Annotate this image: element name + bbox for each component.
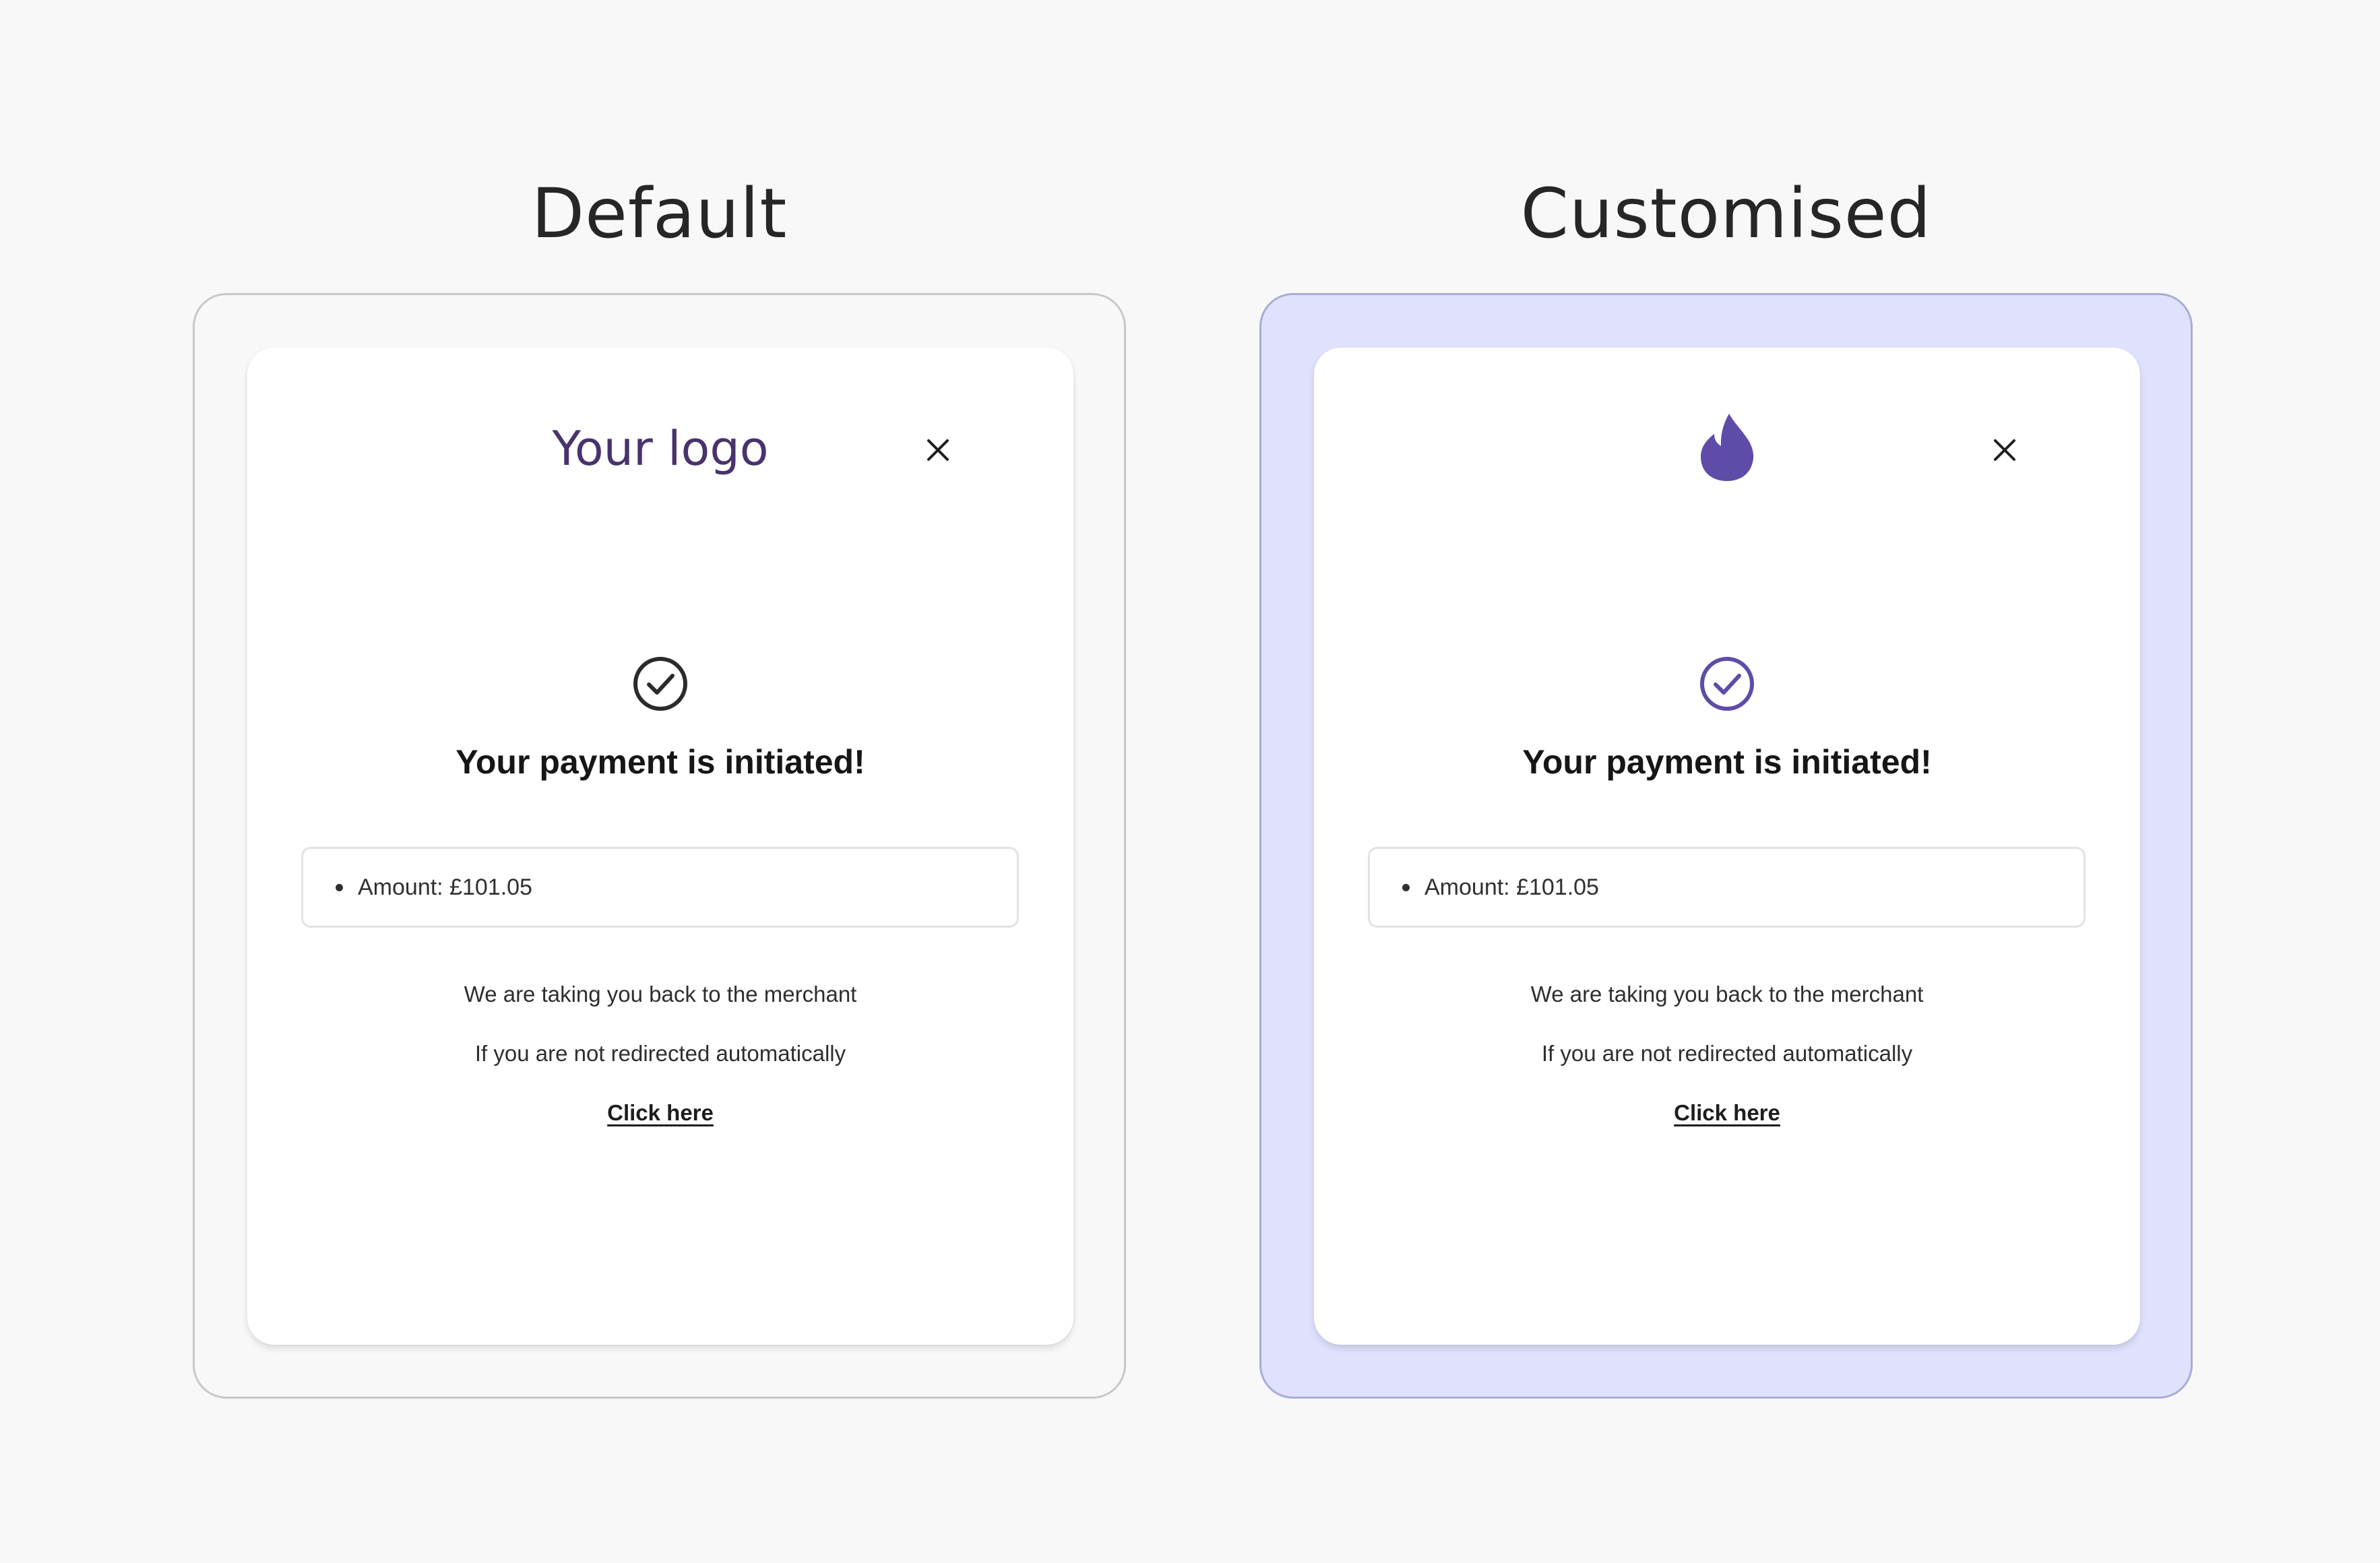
click-here-link[interactable]: Click here bbox=[1674, 1100, 1780, 1125]
default-preview-frame: Your logo Your payment is initiated! Amo… bbox=[193, 293, 1126, 1399]
amount-text: Amount: £101.05 bbox=[358, 874, 532, 900]
check-circle-icon bbox=[633, 657, 687, 711]
redirect-link-row: Click here bbox=[247, 1096, 1073, 1135]
payment-status-title: Your payment is initiated! bbox=[456, 743, 865, 781]
payment-card: Your logo Your payment is initiated! Amo… bbox=[247, 348, 1073, 1345]
close-icon[interactable] bbox=[923, 435, 953, 465]
click-here-link[interactable]: Click here bbox=[607, 1100, 714, 1125]
check-circle-icon bbox=[1700, 657, 1754, 711]
default-heading: Default bbox=[531, 174, 788, 254]
redirect-message: We are taking you back to the merchant bbox=[464, 982, 857, 1007]
redirect-message: We are taking you back to the merchant bbox=[1530, 982, 1924, 1007]
redirect-fallback-message: If you are not redirected automatically bbox=[1541, 1041, 1913, 1066]
amount-summary: Amount: £101.05 bbox=[301, 847, 1019, 928]
customised-preview-frame: Your payment is initiated! Amount: £101.… bbox=[1259, 293, 2193, 1399]
flame-logo-icon bbox=[1701, 414, 1754, 481]
close-icon[interactable] bbox=[1990, 435, 2019, 465]
payment-status-title: Your payment is initiated! bbox=[1522, 743, 1932, 781]
redirect-link-row: Click here bbox=[1314, 1096, 2140, 1135]
payment-card: Your payment is initiated! Amount: £101.… bbox=[1314, 348, 2140, 1345]
bullet bbox=[336, 883, 343, 891]
redirect-fallback-message: If you are not redirected automatically bbox=[474, 1041, 846, 1066]
customised-heading: Customised bbox=[1520, 174, 1932, 254]
amount-summary: Amount: £101.05 bbox=[1368, 847, 2086, 928]
bullet bbox=[1402, 883, 1410, 891]
amount-text: Amount: £101.05 bbox=[1424, 874, 1599, 900]
